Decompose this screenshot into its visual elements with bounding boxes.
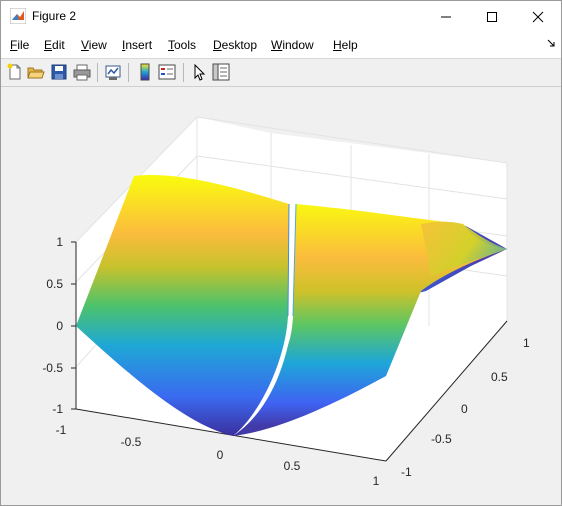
- minimize-button[interactable]: [423, 1, 469, 32]
- maximize-icon: [487, 11, 497, 22]
- window-title: Figure 2: [32, 9, 77, 23]
- maximize-button[interactable]: [469, 1, 515, 32]
- toolbar-separator: [128, 63, 129, 82]
- menu-file[interactable]: File: [10, 38, 29, 52]
- insert-colorbar-icon[interactable]: [135, 62, 155, 82]
- z-tick-label: 0: [56, 319, 63, 333]
- dock-arrow-icon[interactable]: [547, 39, 555, 47]
- z-tick-label: 0.5: [46, 277, 63, 291]
- menu-edit[interactable]: Edit: [44, 38, 65, 52]
- title-bar[interactable]: Figure 2: [1, 1, 561, 32]
- menu-view[interactable]: View: [81, 38, 107, 52]
- z-tick-label: 1: [56, 235, 63, 249]
- close-icon: [532, 11, 544, 22]
- x-tick-label: 0.5: [284, 459, 301, 473]
- matlab-logo-icon: [10, 8, 26, 24]
- z-tick-label: -0.5: [42, 361, 63, 375]
- menu-help[interactable]: Help: [333, 38, 358, 52]
- x-tick-label: -0.5: [121, 435, 142, 449]
- save-icon[interactable]: [49, 62, 69, 82]
- x-tick-label: -1: [56, 423, 67, 437]
- y-tick-label: 0.5: [491, 370, 508, 384]
- menu-window[interactable]: Window: [271, 38, 314, 52]
- y-tick-label: -1: [401, 465, 412, 479]
- menu-bar: File Edit View Insert Tools Desktop Wind…: [1, 32, 561, 58]
- z-tick-label: -1: [52, 402, 63, 416]
- insert-legend-icon[interactable]: [157, 62, 177, 82]
- menu-tools[interactable]: Tools: [168, 38, 196, 52]
- menu-desktop[interactable]: Desktop: [213, 38, 257, 52]
- y-tick-label: 1: [523, 336, 530, 350]
- y-tick-label: 0: [461, 402, 468, 416]
- close-button[interactable]: [515, 1, 561, 32]
- print-icon[interactable]: [72, 62, 92, 82]
- toolbar-separator: [183, 63, 184, 82]
- x-tick-label: 1: [373, 474, 380, 488]
- x-tick-label: 0: [217, 448, 224, 462]
- link-plot-icon[interactable]: [103, 62, 123, 82]
- y-tick-label: -0.5: [431, 432, 452, 446]
- plot-area[interactable]: 1 0.5 0 -0.5 -1 -1 -0.5 0 0.5 1 1 0.5 0 …: [1, 86, 561, 506]
- menu-insert[interactable]: Insert: [122, 38, 152, 52]
- open-file-icon[interactable]: [26, 62, 46, 82]
- property-inspector-icon[interactable]: [211, 62, 231, 82]
- figure-window: Figure 2 File Edit View Insert Tools Des…: [0, 0, 562, 506]
- z-tick-labels: 1 0.5 0 -0.5 -1: [42, 235, 63, 416]
- new-figure-icon[interactable]: [5, 62, 25, 82]
- tick-marks: [71, 241, 76, 410]
- minimize-icon: [441, 16, 451, 17]
- toolbar-separator: [97, 63, 98, 82]
- pointer-icon[interactable]: [189, 62, 209, 82]
- toolbar: [1, 58, 561, 87]
